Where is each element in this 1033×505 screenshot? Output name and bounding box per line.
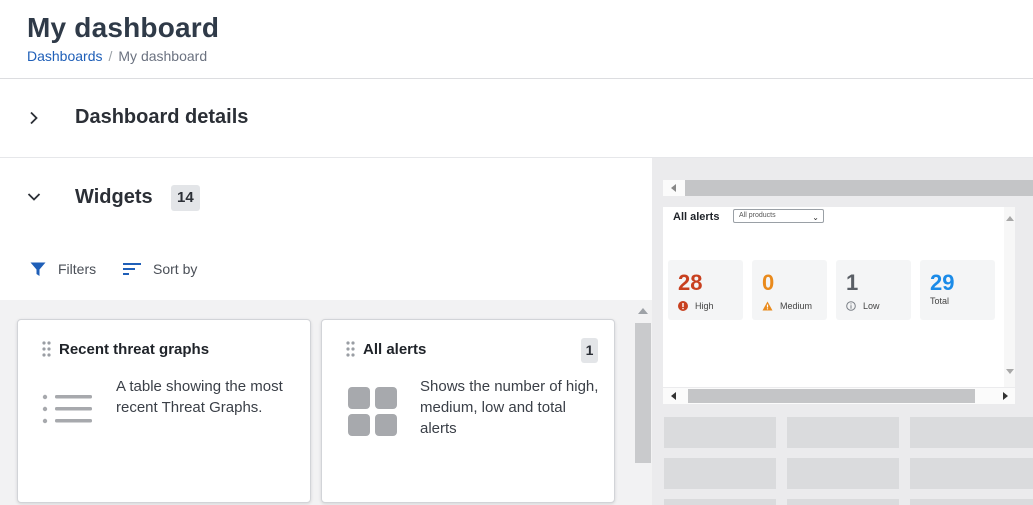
widgets-scrollbar[interactable] [634,303,652,505]
widget-card-recent-threat-graphs[interactable]: Recent threat graphs A table showing the… [17,319,311,503]
placeholder-tile [664,499,776,505]
placeholder-tile [787,458,899,489]
preview-widget-title: All alerts [673,211,720,223]
stat-label-row: Total [930,296,949,306]
placeholder-tile [664,458,776,489]
error-circle-icon [678,301,688,311]
widgets-count-badge: 14 [171,185,200,211]
sort-icon [123,263,141,275]
placeholder-tile [910,417,1033,448]
stat-value: 28 [678,270,703,295]
preview-bottom-scrollbar[interactable] [663,388,1015,404]
placeholder-tile [910,458,1033,489]
filters-label: Filters [58,261,97,277]
placeholder-tile [910,499,1033,505]
stat-label-row: Medium [762,301,812,311]
list-icon [42,394,92,424]
card-count-badge: 1 [581,338,598,363]
breadcrumb: Dashboards / My dashboard [27,48,207,64]
chevron-right-icon[interactable] [27,111,41,125]
widget-card-all-alerts[interactable]: All alerts 1 Shows the number of high, m… [321,319,615,503]
filter-icon [30,262,46,276]
drag-handle-icon[interactable] [346,341,355,357]
card-title: All alerts [363,341,427,358]
scroll-down-arrow-icon[interactable] [1006,369,1014,374]
placeholder-tile [787,417,899,448]
product-select[interactable]: All products ⌄ [733,209,824,223]
scrollbar-thumb[interactable] [685,180,1033,196]
breadcrumb-separator: / [108,48,113,64]
sort-by-label: Sort by [153,261,198,277]
grid-icon [348,387,397,436]
scroll-left-arrow-icon[interactable] [671,184,676,192]
page-title: My dashboard [27,12,220,43]
warning-triangle-icon [762,301,773,311]
scroll-up-arrow-icon[interactable] [1006,216,1014,221]
breadcrumb-current: My dashboard [118,48,208,64]
widgets-title: Widgets [75,186,153,208]
info-circle-icon [846,301,856,311]
filters-button[interactable]: Filters [30,259,96,279]
scroll-up-arrow-icon[interactable] [638,308,648,314]
stat-low: 1 Low [836,260,911,320]
stat-label: Low [863,301,880,311]
scrollbar-thumb[interactable] [635,323,651,463]
widgets-panel: Widgets 14 Filters Sort by Recent threat… [0,158,652,505]
card-description: Shows the number of high, medium, low an… [420,378,599,437]
stat-label: Total [930,296,950,306]
placeholder-tile [664,417,776,448]
stat-total: 29 Total [920,260,995,320]
widget-cards-area: Recent threat graphs A table showing the… [0,300,652,505]
sort-by-button[interactable]: Sort by [123,259,197,279]
chevron-down-icon[interactable] [27,190,41,204]
scroll-left-arrow-icon[interactable] [671,392,676,400]
scroll-right-arrow-icon[interactable] [1003,392,1008,400]
page-header: My dashboard Dashboards / My dashboard [0,0,1033,79]
stat-medium: 0 Medium [752,260,827,320]
stat-label-row: Low [846,301,880,311]
scrollbar-thumb[interactable] [688,389,975,403]
dashboard-details-section[interactable]: Dashboard details [0,79,1033,158]
product-select-value: All products [739,212,776,219]
drag-handle-icon[interactable] [42,341,51,357]
widget-preview-panel: All alerts All products ⌄ 28 High 0 Medi… [652,158,1033,505]
chevron-down-icon: ⌄ [812,213,819,222]
card-description: A table showing the most recent Threat G… [116,378,283,416]
stat-label: Medium [780,301,813,311]
stat-value: 0 [762,270,775,295]
preview-vertical-scrollbar[interactable] [1004,207,1015,387]
preview-widget-frame: All alerts All products ⌄ 28 High 0 Medi… [663,207,1015,387]
dashboard-page: My dashboard Dashboards / My dashboard Das… [0,0,1033,505]
dashboard-details-title: Dashboard details [75,106,249,128]
stat-high: 28 High [668,260,743,320]
preview-top-scrollbar[interactable] [663,180,1033,196]
stat-label: High [695,301,714,311]
stat-value: 29 [930,270,955,295]
stat-label-row: High [678,301,714,311]
stat-value: 1 [846,270,859,295]
breadcrumb-link-dashboards[interactable]: Dashboards [27,48,103,64]
card-title: Recent threat graphs [59,341,210,358]
placeholder-tile [787,499,899,505]
